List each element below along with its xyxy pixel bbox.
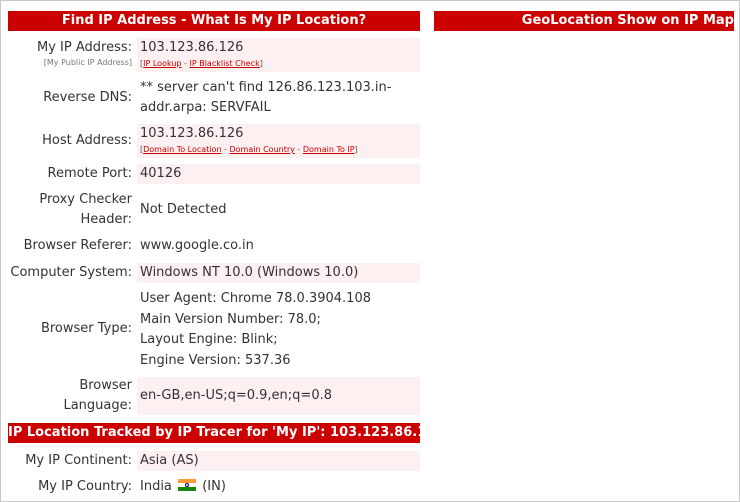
host-value: 103.123.86.126: [140, 126, 244, 141]
remote-port-value: 40126: [137, 164, 420, 184]
map-header-text: GeoLocation Show on IP Map: [521, 13, 734, 28]
language-label-line2: Language:: [63, 398, 132, 413]
proxy-value: Not Detected: [140, 202, 227, 217]
host-links: [Domain To Location - Domain Country - D…: [140, 145, 358, 154]
country-code: (IN): [202, 479, 226, 494]
computer-value: Windows NT 10.0 (Windows 10.0): [137, 263, 420, 283]
ip-lookup-link[interactable]: IP Lookup: [143, 59, 181, 68]
domain-country-link[interactable]: Domain Country: [230, 145, 295, 154]
reverse-dns-line1: ** server can't find 126.86.123.103.in-: [140, 80, 392, 95]
my-ip-label: My IP Address:: [37, 40, 132, 55]
label-proxy: Proxy Checker Header:: [8, 190, 132, 230]
layout-engine-line: Layout Engine: Blink;: [140, 332, 278, 347]
label-my-ip: My IP Address: [My Public IP Address]: [8, 38, 132, 68]
ip-blacklist-link[interactable]: IP Blacklist Check: [189, 59, 259, 68]
referer-value: www.google.co.in: [140, 238, 254, 253]
my-ip-links: [IP Lookup - IP Blacklist Check]: [140, 59, 263, 68]
section-header-ip-map: GeoLocation Show on IP Map: [434, 11, 734, 31]
engine-version-line: Engine Version: 537.36: [140, 352, 291, 368]
section-header-find-ip: Find IP Address - What Is My IP Location…: [8, 11, 420, 31]
proxy-label-line2: Header:: [80, 212, 133, 227]
label-referer: Browser Referer:: [23, 238, 132, 253]
label-host: Host Address:: [42, 133, 132, 148]
domain-to-location-link[interactable]: Domain To Location: [143, 145, 221, 154]
country-name: India: [140, 479, 172, 494]
my-ip-sublabel: [My Public IP Address]: [43, 58, 132, 67]
label-country: My IP Country:: [38, 479, 132, 494]
my-ip-value: 103.123.86.126: [140, 40, 244, 55]
my-ip-value-cell: 103.123.86.126 [IP Lookup - IP Blacklist…: [137, 38, 420, 72]
main-version-line: Main Version Number: 78.0;: [140, 311, 321, 327]
continent-value: Asia (AS): [137, 451, 420, 471]
label-browser-type: Browser Type:: [40, 321, 132, 336]
browser-type-value: User Agent: Chrome 78.0.3904.108 Main Ve…: [137, 289, 420, 371]
india-flag-icon: [178, 479, 197, 491]
language-value: en-GB,en-US;q=0.9,en;q=0.8: [137, 377, 420, 415]
label-language: Browser Language:: [8, 376, 132, 416]
host-value-cell: 103.123.86.126 [Domain To Location - Dom…: [137, 124, 420, 158]
label-remote-port: Remote Port:: [47, 166, 132, 181]
label-computer: Computer System:: [10, 265, 132, 280]
country-value: India (IN): [137, 477, 420, 497]
label-continent: My IP Continent:: [25, 453, 132, 468]
reverse-dns-line2: addr.arpa: SERVFAIL: [140, 100, 271, 115]
domain-to-ip-link[interactable]: Domain To IP: [303, 145, 355, 154]
label-reverse-dns: Reverse DNS:: [43, 90, 132, 105]
user-agent-line: User Agent: Chrome 78.0.3904.108: [140, 291, 371, 306]
section-header-tracked: IP Location Tracked by IP Tracer for 'My…: [8, 423, 420, 443]
reverse-dns-value: ** server can't find 126.86.123.103.in- …: [137, 78, 420, 118]
language-label-line1: Browser: [79, 378, 132, 393]
proxy-label-line1: Proxy Checker: [39, 192, 132, 207]
